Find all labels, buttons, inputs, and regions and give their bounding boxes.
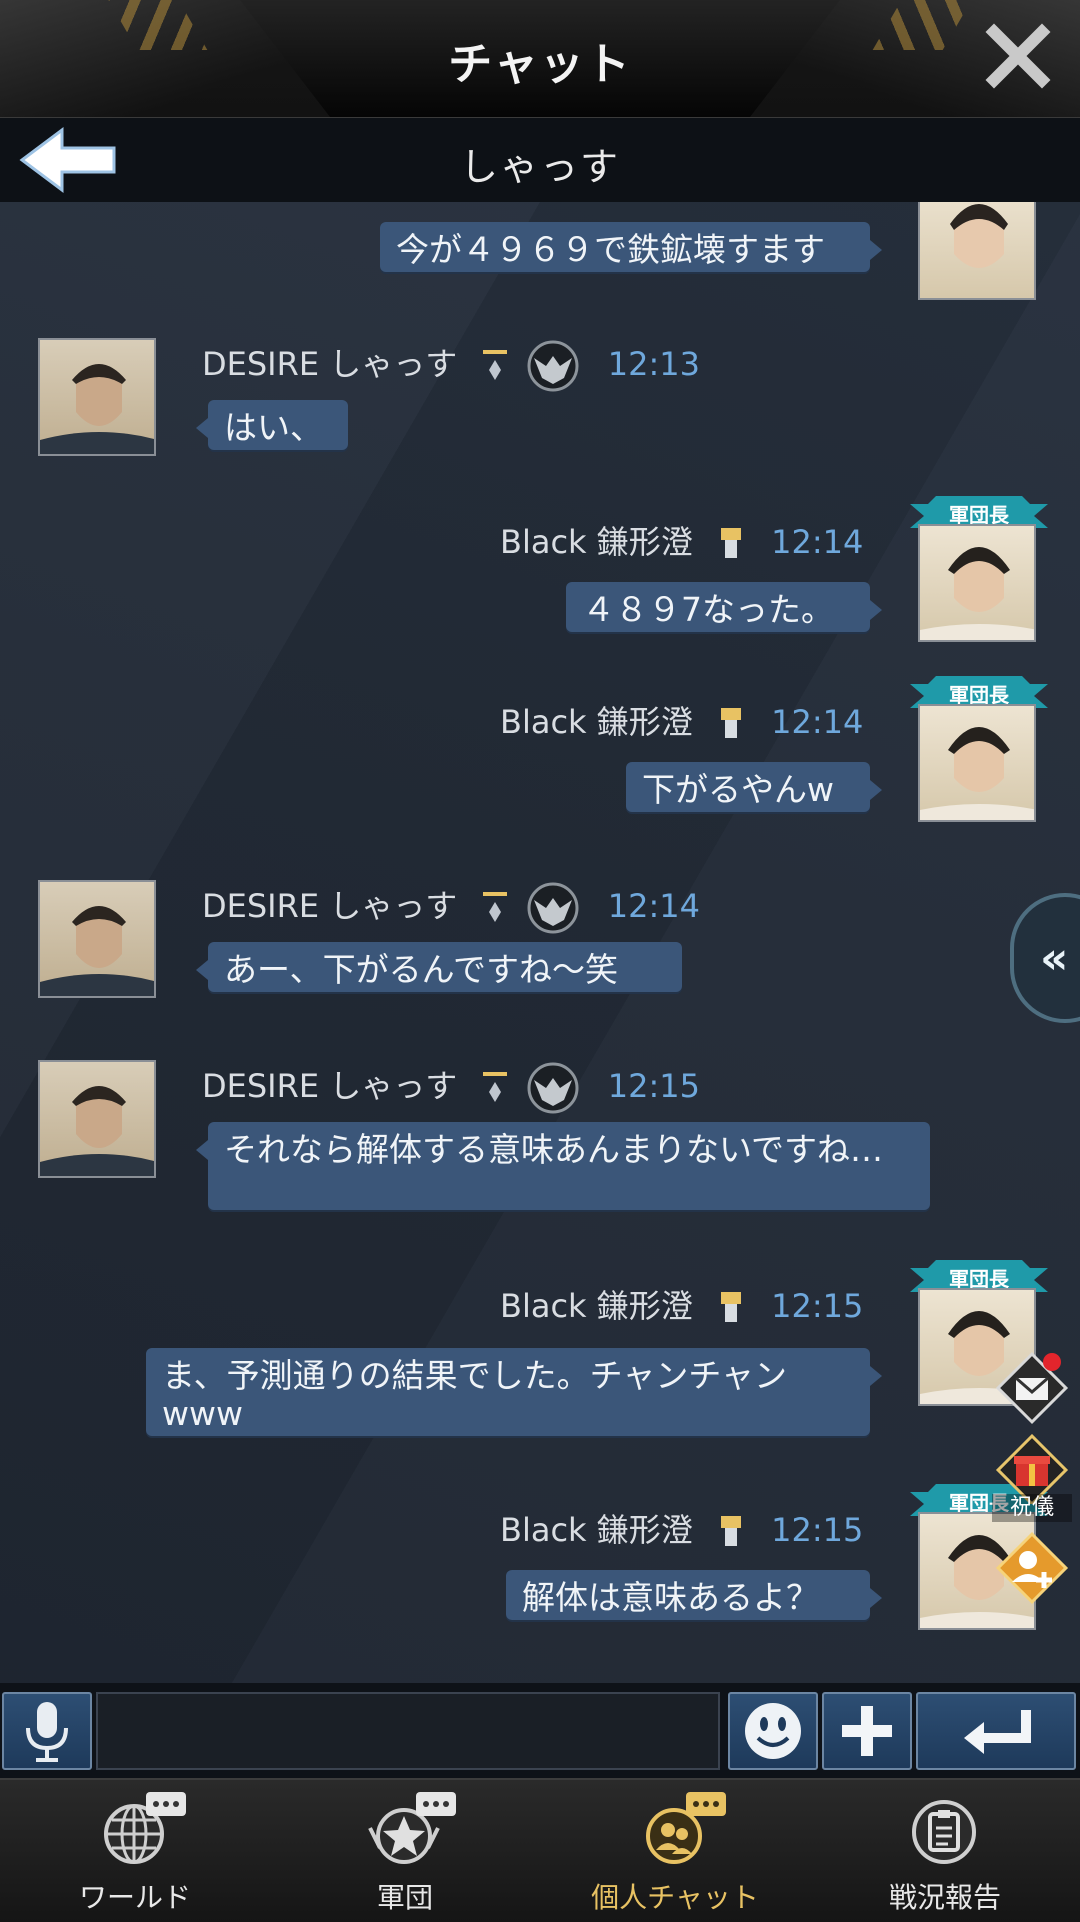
message-bubble: はい、: [196, 400, 348, 450]
message-meta: DESIRE しゃっす 12:14: [202, 880, 700, 934]
sender-name: Black 鎌形澄: [500, 1287, 693, 1325]
add-friend-icon: [995, 1531, 1069, 1605]
sender-name: DESIRE しゃっす: [202, 345, 458, 383]
conversation-title: しゃっす: [459, 145, 620, 189]
star-emblem-chat-icon: [368, 1792, 456, 1864]
message-list[interactable]: 今が４９６９で鉄鉱壊すます DESIRE しゃっす 12:13 はい、 軍団長: [0, 202, 1080, 1682]
rank-badge-icon: [483, 1072, 508, 1102]
nav-item-label: 軍団: [376, 1881, 433, 1914]
message-input[interactable]: [96, 1692, 720, 1770]
nav-item-battle-report[interactable]: 戦況報告: [825, 1780, 1065, 1922]
enter-return-icon: [964, 1710, 1031, 1754]
avatar-black[interactable]: [918, 704, 1036, 822]
message-time: 12:14: [771, 703, 864, 741]
nav-item-label: 個人チャット: [591, 1881, 759, 1914]
avatar-portrait: [40, 1086, 154, 1176]
sender-name: Black 鎌形澄: [500, 703, 693, 741]
message-time: 12:15: [607, 1067, 700, 1105]
message-time: 12:15: [771, 1511, 864, 1549]
rank-badge-icon: [720, 1516, 741, 1546]
tiger-emblem-icon: [527, 882, 579, 934]
message-bubble: ま、予測通りの結果でした。チャンチャンwww: [146, 1348, 882, 1436]
person-chat-icon: [646, 1792, 726, 1864]
double-chevron-left-icon: «: [1040, 933, 1069, 984]
smiley-icon: [745, 1703, 801, 1759]
message-meta: Black 鎌形澄 12:15: [500, 1284, 863, 1328]
message-time: 12:14: [771, 523, 864, 561]
rank-badge-icon: [483, 350, 508, 380]
avatar-portrait: [920, 727, 1034, 820]
message-bubble: それなら解体する意味あんまりないですね…: [196, 1122, 930, 1210]
message-time: 12:13: [607, 345, 700, 383]
message-meta: Black 鎌形澄 12:14: [500, 700, 863, 744]
send-button[interactable]: [916, 1692, 1076, 1770]
globe-chat-icon: [104, 1792, 186, 1864]
tiger-emblem-icon: [527, 1062, 579, 1114]
gift-label: 祝儀: [992, 1494, 1072, 1522]
chat-input-bar: [0, 1683, 1080, 1778]
message-bubble: 解体は意味あるよ？: [506, 1570, 882, 1620]
close-icon: [985, 23, 1051, 89]
bottom-nav: ワールド 軍団 個人チャット 戦況報告: [0, 1778, 1080, 1922]
message-meta: Black 鎌形澄 12:14: [500, 520, 863, 564]
voice-input-button[interactable]: [2, 1692, 92, 1770]
add-friend-button[interactable]: [992, 1528, 1072, 1608]
clipboard-report-icon: [912, 1800, 976, 1864]
title-bar: チャット: [0, 0, 1080, 119]
message-bubble: 下がるやんw: [626, 762, 882, 812]
avatar-portrait: [920, 547, 1034, 640]
avatar-black[interactable]: [918, 524, 1036, 642]
rank-badge-icon: [483, 892, 508, 922]
close-button[interactable]: [984, 22, 1052, 90]
sender-name: DESIRE しゃっす: [202, 1067, 458, 1105]
message-meta: DESIRE しゃっす 12:13: [202, 338, 700, 392]
message-bubble: 今が４９６９で鉄鉱壊すます: [380, 222, 882, 272]
nav-item-legion[interactable]: 軍団: [285, 1780, 525, 1922]
conversation-header: しゃっす: [0, 118, 1080, 202]
sender-name: Black 鎌形澄: [500, 523, 693, 561]
message-bubble: ４８９7なった。: [566, 582, 882, 632]
avatar-portrait: [40, 906, 154, 996]
avatar-desire[interactable]: [38, 338, 156, 456]
rank-badge-icon: [720, 708, 741, 738]
avatar-desire[interactable]: [38, 880, 156, 998]
microphone-icon: [26, 1702, 68, 1762]
message-bubble: あー、下がるんですね～笑: [196, 942, 682, 992]
message-meta: Black 鎌形澄 12:15: [500, 1508, 863, 1552]
rank-badge-icon: [720, 1292, 741, 1322]
plus-icon: [842, 1706, 892, 1756]
nav-item-label: 戦況報告: [888, 1881, 1001, 1914]
page-title: チャット: [448, 39, 632, 90]
message-meta: DESIRE しゃっす 12:15: [202, 1060, 700, 1114]
avatar-black[interactable]: [918, 202, 1036, 300]
avatar-portrait: [40, 364, 154, 454]
emoji-button[interactable]: [728, 1692, 818, 1770]
message-time: 12:14: [607, 887, 700, 925]
mail-button[interactable]: [992, 1348, 1072, 1428]
rank-badge-icon: [720, 528, 741, 558]
mail-icon: [995, 1351, 1069, 1425]
nav-item-private-chat[interactable]: 個人チャット: [555, 1780, 795, 1922]
nav-item-label: ワールド: [78, 1881, 191, 1914]
sender-name: DESIRE しゃっす: [202, 887, 458, 925]
attach-plus-button[interactable]: [822, 1692, 912, 1770]
avatar-portrait: [950, 204, 1008, 268]
tiger-emblem-icon: [527, 340, 579, 392]
avatar-desire[interactable]: [38, 1060, 156, 1178]
sender-name: Black 鎌形澄: [500, 1511, 693, 1549]
nav-item-world[interactable]: ワールド: [15, 1780, 255, 1922]
message-time: 12:15: [771, 1287, 864, 1325]
